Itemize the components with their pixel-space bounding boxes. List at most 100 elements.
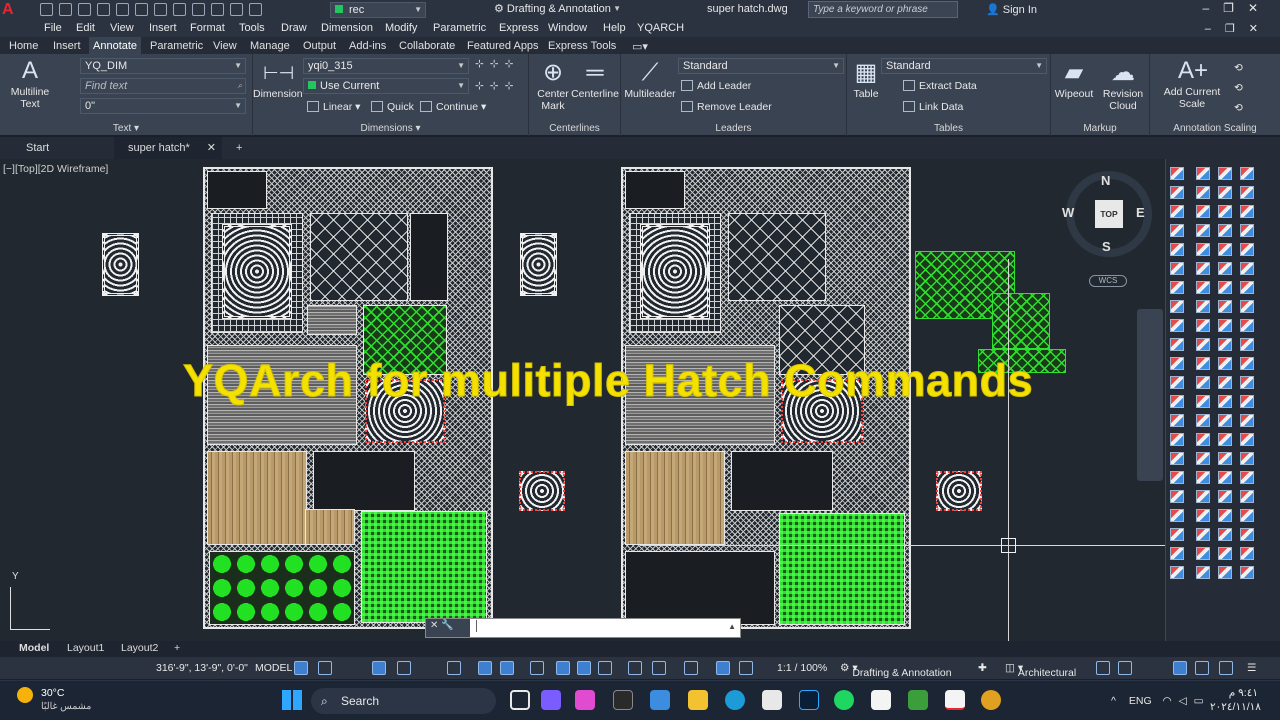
open-file-icon[interactable] xyxy=(59,3,72,16)
hardware-acceleration-icon[interactable] xyxy=(1195,661,1209,675)
palette-tool-icon[interactable] xyxy=(1196,186,1210,199)
close-tab-icon[interactable]: ✕ xyxy=(207,137,216,159)
taskbar-search[interactable]: ⌕ Search xyxy=(311,688,496,714)
weather-widget[interactable]: 30°C مشمس غالبًا xyxy=(17,687,91,712)
dim-edit-icons[interactable]: ⊹⊹⊹ xyxy=(475,80,519,92)
palette-tool-icon[interactable] xyxy=(1218,357,1232,370)
palette-tool-icon[interactable] xyxy=(1240,509,1254,522)
compass-west[interactable]: W xyxy=(1062,205,1074,220)
center-mark-button[interactable]: ⊕ Center Mark xyxy=(533,60,573,113)
revit-icon[interactable] xyxy=(871,690,891,710)
palette-tool-icon[interactable] xyxy=(1196,262,1210,275)
tab-parametric[interactable]: Parametric xyxy=(150,40,203,52)
system-tray[interactable]: ^ ENG ◠ ◁ ▭ xyxy=(1111,695,1204,707)
compass-south[interactable]: S xyxy=(1102,239,1111,254)
units-dropdown[interactable]: ◫ Architectural ▾ xyxy=(1005,662,1076,679)
palette-tool-icon[interactable] xyxy=(1170,205,1184,218)
lightbulb-icon[interactable] xyxy=(211,3,224,16)
palette-tool-icon[interactable] xyxy=(1170,395,1184,408)
annotation-monitor-icon[interactable] xyxy=(684,661,698,675)
palette-tool-icon[interactable] xyxy=(1240,167,1254,180)
palette-tool-icon[interactable] xyxy=(1170,243,1184,256)
palette-tool-icon[interactable] xyxy=(1170,319,1184,332)
save-as-icon[interactable] xyxy=(97,3,110,16)
palette-tool-icon[interactable] xyxy=(1240,528,1254,541)
viewcube[interactable]: N S E W TOP xyxy=(1062,171,1152,257)
spotify-icon[interactable] xyxy=(834,690,854,710)
palette-tool-icon[interactable] xyxy=(1218,528,1232,541)
palette-tool-icon[interactable] xyxy=(1196,319,1210,332)
palette-tool-icon[interactable] xyxy=(1218,186,1232,199)
palette-tool-icon[interactable] xyxy=(1240,338,1254,351)
palette-tool-icon[interactable] xyxy=(1218,395,1232,408)
tab-annotate[interactable]: Annotate xyxy=(89,37,142,54)
palette-tool-icon[interactable] xyxy=(1170,224,1184,237)
palette-tool-icon[interactable] xyxy=(1170,338,1184,351)
palette-tool-icon[interactable] xyxy=(1170,433,1184,446)
menu-view[interactable]: View xyxy=(110,22,134,34)
drawing-canvas[interactable]: [−][Top][2D Wireframe] YQArch for muliti… xyxy=(0,159,1165,641)
workspace-switch[interactable]: ⚙ Drafting & Annotation ▾ xyxy=(840,662,952,679)
app-icon[interactable] xyxy=(650,690,670,710)
doc-window-controls[interactable]: –❐✕ xyxy=(1205,22,1272,35)
palette-tool-icon[interactable] xyxy=(1196,547,1210,560)
annotative-icon[interactable] xyxy=(739,661,753,675)
redo-icon[interactable] xyxy=(173,3,186,16)
menu-window[interactable]: Window xyxy=(548,22,587,34)
tab-manage[interactable]: Manage xyxy=(250,40,290,52)
palette-tool-icon[interactable] xyxy=(1240,376,1254,389)
selection-cycling-icon[interactable] xyxy=(530,661,544,675)
remove-leader-button[interactable]: Remove Leader xyxy=(681,101,772,113)
palette-tool-icon[interactable] xyxy=(1170,509,1184,522)
palette-tool-icon[interactable] xyxy=(1240,186,1254,199)
palette-tool-icon[interactable] xyxy=(1240,243,1254,256)
gizmo-icon[interactable] xyxy=(598,661,612,675)
command-line-controls[interactable]: ✕ 🔧 xyxy=(426,619,470,637)
find-text-input[interactable]: Find text ⌕ xyxy=(80,78,246,94)
palette-tool-icon[interactable] xyxy=(1196,452,1210,465)
palette-tool-icon[interactable] xyxy=(1240,471,1254,484)
chrome-icon[interactable] xyxy=(981,690,1001,710)
tab-insert[interactable]: Insert xyxy=(53,40,81,52)
centerline-button[interactable]: ═ Centerline xyxy=(571,60,619,101)
menu-express[interactable]: Express xyxy=(499,22,539,34)
maximize-icon[interactable]: ❐ xyxy=(1223,1,1248,15)
wcs-menu[interactable]: WCS xyxy=(1089,275,1127,287)
palette-tool-icon[interactable] xyxy=(1196,167,1210,180)
text-height-dropdown[interactable]: 0" ▼ xyxy=(80,98,246,114)
palette-tool-icon[interactable] xyxy=(1196,357,1210,370)
menu-file[interactable]: File xyxy=(44,22,62,34)
palette-tool-icon[interactable] xyxy=(1218,566,1232,579)
clock[interactable]: ٩:٤١ م ٢٠٢٤/١١/١٨ xyxy=(1210,686,1261,714)
palette-tool-icon[interactable] xyxy=(1196,205,1210,218)
photoshop-icon[interactable] xyxy=(799,690,819,710)
palette-tool-icon[interactable] xyxy=(1170,262,1184,275)
palette-tool-icon[interactable] xyxy=(1240,205,1254,218)
menu-dimension[interactable]: Dimension xyxy=(321,22,373,34)
palette-tool-icon[interactable] xyxy=(1170,186,1184,199)
palette-tool-icon[interactable] xyxy=(1170,300,1184,313)
new-file-icon[interactable] xyxy=(40,3,53,16)
grid-icon[interactable] xyxy=(294,661,308,675)
table-button[interactable]: ▦ Table xyxy=(849,60,883,101)
autoscale-icon[interactable] xyxy=(652,661,666,675)
isolate-objects-icon[interactable] xyxy=(1173,661,1187,675)
palette-tool-icon[interactable] xyxy=(1196,509,1210,522)
dimensions-panel-title[interactable]: Dimensions ▾ xyxy=(253,123,528,134)
sign-in-button[interactable]: 👤 Sign In xyxy=(986,3,1037,16)
new-tab-button[interactable]: + xyxy=(222,137,252,159)
language-indicator[interactable]: ENG xyxy=(1129,695,1152,707)
leader-style-dropdown[interactable]: Standard ▼ xyxy=(678,58,844,74)
share-icon[interactable] xyxy=(192,3,205,16)
dim-tools-icons[interactable]: ⊹⊹⊹ xyxy=(475,58,519,70)
palette-tool-icon[interactable] xyxy=(1170,490,1184,503)
add-current-scale-button[interactable]: A+ Add Current Scale xyxy=(1156,58,1228,111)
scale-tools-icons[interactable]: ⟲ ⟲ ⟲ xyxy=(1234,58,1243,118)
palette-tool-icon[interactable] xyxy=(1218,167,1232,180)
palette-tool-icon[interactable] xyxy=(1218,205,1232,218)
palette-tool-icon[interactable] xyxy=(1196,395,1210,408)
autocad-logo[interactable]: A xyxy=(2,0,32,20)
calculator-icon[interactable] xyxy=(762,690,782,710)
palette-tool-icon[interactable] xyxy=(1218,376,1232,389)
tab-model[interactable]: Model xyxy=(19,642,49,654)
